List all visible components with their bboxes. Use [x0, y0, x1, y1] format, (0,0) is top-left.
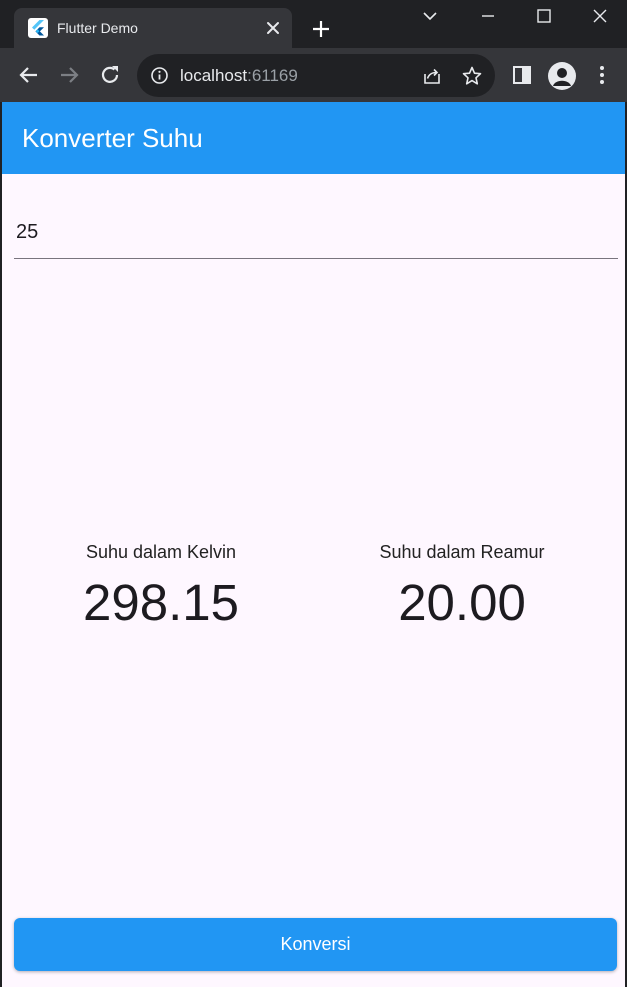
back-icon[interactable]	[17, 63, 41, 87]
url-host: localhost	[180, 66, 248, 85]
convert-button[interactable]: Konversi	[14, 918, 617, 971]
profile-avatar-icon[interactable]	[548, 62, 576, 90]
app-bar: Konverter Suhu	[2, 102, 625, 174]
side-panel-icon[interactable]	[510, 63, 534, 87]
maximize-icon[interactable]	[530, 4, 558, 28]
browser-toolbar: localhost:61169	[0, 48, 627, 102]
address-bar[interactable]: localhost:61169	[137, 54, 495, 97]
reamur-label: Suhu dalam Reamur	[379, 542, 545, 562]
reload-icon[interactable]	[98, 63, 122, 87]
kebab-menu-icon[interactable]	[590, 63, 614, 87]
tab-strip: Flutter Demo	[0, 0, 627, 48]
reamur-result: Suhu dalam Reamur 20.00	[332, 542, 592, 632]
tab-title: Flutter Demo	[57, 20, 138, 36]
browser-tab[interactable]: Flutter Demo	[14, 8, 292, 48]
star-icon[interactable]	[461, 65, 483, 87]
url-text: localhost:61169	[180, 66, 298, 86]
temperature-input[interactable]	[14, 207, 618, 259]
page-title: Konverter Suhu	[22, 123, 203, 153]
kelvin-value: 298.15	[83, 574, 239, 631]
minimize-icon[interactable]	[474, 4, 502, 28]
kelvin-label: Suhu dalam Kelvin	[85, 542, 237, 562]
kelvin-result: Suhu dalam Kelvin 298.15	[31, 542, 291, 632]
tab-search-chevron-icon[interactable]	[416, 4, 444, 28]
close-tab-icon[interactable]	[264, 19, 282, 37]
flutter-logo-icon	[28, 18, 48, 38]
browser-window: Flutter Demo localhost:61169 Konverter S…	[0, 0, 627, 987]
share-icon[interactable]	[421, 65, 443, 87]
reamur-value: 20.00	[398, 574, 526, 631]
url-port: :61169	[247, 66, 298, 85]
page-viewport: Konverter Suhu Suhu dalam Kelvin 298.15 …	[2, 102, 625, 987]
forward-icon[interactable]	[57, 63, 81, 87]
close-window-icon[interactable]	[586, 4, 614, 28]
new-tab-icon[interactable]	[310, 18, 332, 40]
info-icon[interactable]	[150, 66, 169, 85]
